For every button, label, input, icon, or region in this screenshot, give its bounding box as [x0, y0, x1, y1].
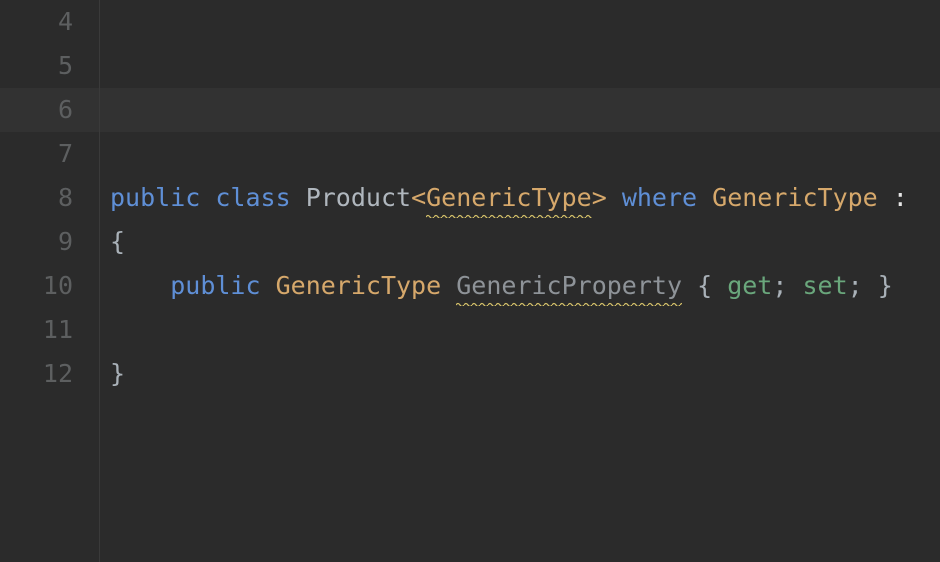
token [607, 183, 622, 212]
line-number: 5 [0, 44, 99, 88]
token: public [170, 271, 260, 300]
line-number: 9 [0, 220, 99, 264]
token: get [727, 271, 772, 300]
line-number: 7 [0, 132, 99, 176]
token [261, 271, 276, 300]
token [863, 271, 878, 300]
line-number: 10 [0, 264, 99, 308]
code-line[interactable] [100, 88, 940, 132]
token: public [110, 183, 200, 212]
code-line[interactable]: { [100, 220, 940, 264]
token: { [110, 227, 125, 256]
token: where [622, 183, 697, 212]
line-number-gutter: 456789101112 [0, 0, 100, 562]
token: > [592, 183, 607, 212]
line-number: 12 [0, 352, 99, 396]
token: set [802, 271, 847, 300]
token: GenericProperty [456, 264, 682, 308]
code-line[interactable] [100, 44, 940, 88]
token: ; [848, 271, 863, 300]
token: } [878, 271, 893, 300]
code-line[interactable]: } [100, 352, 940, 396]
token [291, 183, 306, 212]
code-editor[interactable]: 456789101112 public class Product<Generi… [0, 0, 940, 562]
token [878, 183, 893, 212]
token: { [697, 271, 712, 300]
token: class [215, 183, 290, 212]
code-line[interactable] [100, 308, 940, 352]
token [682, 271, 697, 300]
token: Product [306, 183, 411, 212]
code-area[interactable]: public class Product<GenericType> where … [100, 0, 940, 562]
token [200, 183, 215, 212]
line-number: 6 [0, 88, 99, 132]
token [697, 183, 712, 212]
code-line[interactable] [100, 0, 940, 44]
token: < [411, 183, 426, 212]
line-number: 11 [0, 308, 99, 352]
token: GenericType [426, 176, 592, 220]
token [787, 271, 802, 300]
token [712, 271, 727, 300]
token [441, 271, 456, 300]
token: GenericType [712, 183, 878, 212]
token: : [893, 183, 908, 212]
code-line[interactable]: public class Product<GenericType> where … [100, 176, 940, 220]
token: ; [772, 271, 787, 300]
code-line[interactable]: public GenericType GenericProperty { get… [100, 264, 940, 308]
token: GenericType [276, 271, 442, 300]
token: } [110, 359, 125, 388]
line-number: 4 [0, 0, 99, 44]
line-number: 8 [0, 176, 99, 220]
code-line[interactable] [100, 132, 940, 176]
